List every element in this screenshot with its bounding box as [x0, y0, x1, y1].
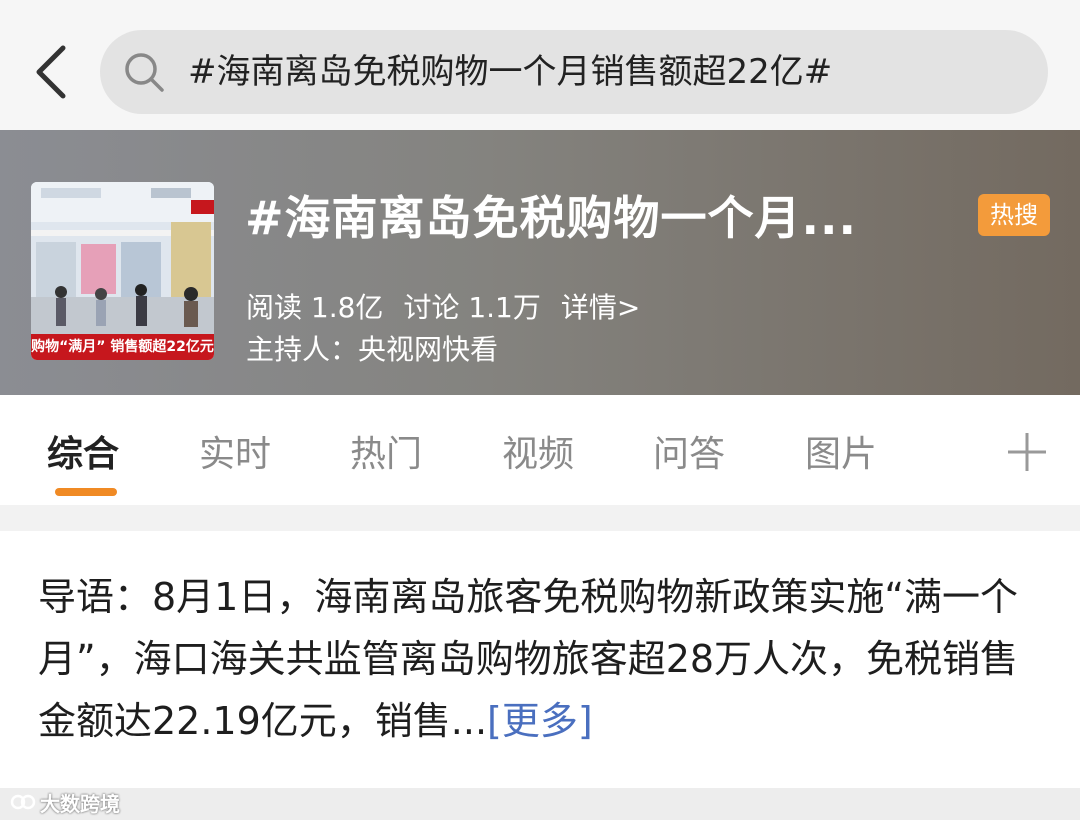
plus-icon[interactable] [1000, 425, 1054, 479]
read-count: 阅读 1.8亿 [246, 291, 384, 324]
thumbnail-caption: 购物“满月” 销售额超22亿元 [31, 334, 214, 360]
search-box[interactable] [100, 30, 1048, 114]
tab-qa[interactable]: 问答 [653, 425, 725, 477]
search-icon [125, 53, 164, 92]
tab-bar: 综合 实时 热门 视频 问答 图片 [0, 395, 1080, 505]
tab-realtime[interactable]: 实时 [199, 425, 271, 477]
search-input[interactable] [188, 30, 1028, 114]
topic-title: #海南离岛免税购物一个月... [245, 191, 857, 245]
topic-stats: 阅读 1.8亿 讨论 1.1万 详情> [246, 286, 660, 326]
watermark-text: 大数跨境 [40, 791, 120, 816]
back-arrow-icon [36, 45, 66, 99]
watermark: 大数跨境 [10, 788, 120, 816]
more-link[interactable]: [更多] [487, 699, 593, 743]
topic-thumbnail[interactable]: 购物“满月” 销售额超22亿元 [31, 182, 214, 360]
tab-video[interactable]: 视频 [502, 425, 574, 477]
bottom-divider [0, 788, 1080, 820]
watermark-logo-icon [10, 794, 36, 810]
discussion-count: 讨论 1.1万 [403, 291, 541, 324]
section-divider [0, 505, 1080, 531]
lead-paragraph: 导语：8月1日，海南离岛旅客免税购物新政策实施“满一个月”，海口海关共监管离岛购… [38, 566, 1048, 752]
tab-comprehensive[interactable]: 综合 [47, 425, 119, 477]
hot-search-badge: 热搜 [978, 194, 1050, 236]
active-tab-indicator [55, 488, 117, 496]
topic-header: 购物“满月” 销售额超22亿元 #海南离岛免税购物一个月... 热搜 阅读 1.… [0, 130, 1080, 395]
search-bar [0, 0, 1080, 130]
tab-hot[interactable]: 热门 [350, 425, 422, 477]
back-button[interactable] [22, 38, 78, 106]
details-link[interactable]: 详情> [561, 291, 640, 324]
tab-images[interactable]: 图片 [805, 425, 877, 477]
topic-host: 主持人：央视网快看 [246, 333, 499, 366]
